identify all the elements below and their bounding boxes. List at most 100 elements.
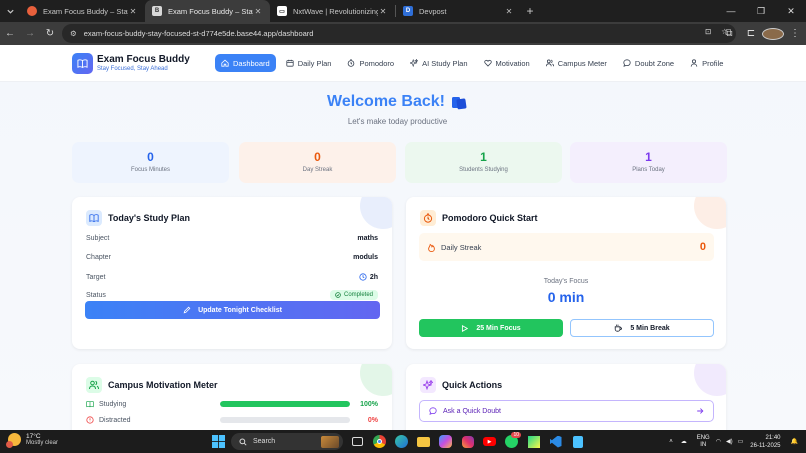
nav-label: Doubt Zone bbox=[634, 58, 675, 68]
browser-menu-icon[interactable]: ⋮ bbox=[784, 28, 806, 39]
nav-label: Pomodoro bbox=[359, 58, 395, 68]
minimize-icon[interactable]: — bbox=[716, 0, 746, 22]
close-window-icon[interactable]: ✕ bbox=[776, 0, 806, 22]
volume-icon[interactable]: ◀) bbox=[726, 438, 733, 445]
nav-campus-meter[interactable]: Campus Meter bbox=[540, 54, 613, 72]
nav-label: Profile bbox=[702, 58, 724, 68]
meter-label-wrap: Distracted bbox=[86, 416, 131, 424]
browser-tab-2[interactable]: B Exam Focus Buddy – Stay Focu ✕ bbox=[145, 0, 270, 22]
timer-icon bbox=[420, 210, 436, 226]
button-label: Update Tonight Checklist bbox=[198, 306, 282, 314]
copilot-icon[interactable] bbox=[436, 432, 455, 451]
language-indicator[interactable]: ENG IN bbox=[697, 435, 710, 449]
restore-icon[interactable]: ❐ bbox=[746, 0, 776, 22]
calendar-icon bbox=[286, 59, 294, 67]
tab-close-icon[interactable]: ✕ bbox=[128, 7, 138, 16]
heart-icon bbox=[483, 59, 492, 67]
address-bar[interactable]: ⚙ exam-focus-buddy-stay-focused-st-d774e… bbox=[62, 24, 736, 43]
arrow-right-icon bbox=[697, 408, 704, 414]
nav-motivation[interactable]: Motivation bbox=[478, 54, 536, 72]
focus-25-button[interactable]: 25 Min Focus bbox=[419, 319, 563, 337]
tab-favicon-icon: ▭ bbox=[277, 6, 287, 16]
file-explorer-icon[interactable] bbox=[414, 432, 433, 451]
battery-icon[interactable]: ▭ bbox=[738, 438, 744, 445]
card-decoration bbox=[360, 364, 392, 396]
nav-daily-plan[interactable]: Daily Plan bbox=[280, 54, 338, 72]
streak-value: 0 bbox=[699, 241, 706, 253]
tab-close-icon[interactable]: ✕ bbox=[378, 7, 388, 16]
notes-app-icon[interactable] bbox=[568, 432, 587, 451]
stat-value: 1 bbox=[645, 150, 652, 164]
windows-start-icon[interactable] bbox=[209, 432, 228, 451]
forward-button[interactable]: → bbox=[20, 22, 40, 45]
button-label: 25 Min Focus bbox=[476, 324, 521, 332]
card-title-text: Pomodoro Quick Start bbox=[442, 213, 538, 223]
install-app-icon[interactable]: ⊡ bbox=[705, 27, 711, 36]
chrome-icon[interactable] bbox=[370, 432, 389, 451]
campus-meter-card: Campus Motivation Meter Studying 100% Di… bbox=[72, 364, 392, 430]
meter-row-studying: Studying 100% bbox=[86, 400, 378, 408]
vscode-icon[interactable] bbox=[546, 432, 565, 451]
nav-profile[interactable]: Profile bbox=[684, 54, 729, 72]
weather-widget[interactable]: 17°C Mostly clear bbox=[6, 433, 58, 448]
play-icon bbox=[462, 324, 469, 332]
app-logo[interactable] bbox=[72, 53, 93, 74]
browser-tab-1[interactable]: Exam Focus Buddy – Stay Focu ✕ bbox=[20, 0, 145, 22]
extensions-icon[interactable]: ⧉ bbox=[718, 28, 740, 39]
nav-ai-study-plan[interactable]: AI Study Plan bbox=[404, 54, 473, 72]
site-info-icon[interactable]: ⚙ bbox=[70, 29, 77, 38]
row-value: moduls bbox=[353, 254, 378, 261]
notification-badge: 10 bbox=[511, 432, 521, 438]
new-tab-button[interactable]: + bbox=[521, 4, 539, 18]
home-icon bbox=[221, 59, 229, 67]
sparkles-icon bbox=[420, 377, 436, 393]
profile-avatar[interactable] bbox=[762, 27, 784, 40]
nav-pomodoro[interactable]: Pomodoro bbox=[341, 54, 400, 72]
user-icon bbox=[690, 59, 698, 67]
back-button[interactable]: ← bbox=[0, 22, 20, 45]
tab-close-icon[interactable]: ✕ bbox=[504, 7, 514, 16]
taskbar-search[interactable]: Search bbox=[231, 433, 343, 450]
reload-button[interactable]: ↻ bbox=[40, 22, 60, 45]
clock[interactable]: 21:40 26-11-2025 bbox=[750, 434, 780, 450]
chat-icon bbox=[623, 59, 631, 67]
update-checklist-button[interactable]: Update Tonight Checklist bbox=[85, 301, 380, 319]
instagram-icon[interactable] bbox=[458, 432, 477, 451]
tab-close-icon[interactable]: ✕ bbox=[253, 7, 263, 16]
browser-toolbar: ← → ↻ ⚙ exam-focus-buddy-stay-focused-st… bbox=[0, 22, 806, 45]
downloads-icon[interactable]: ⊏ bbox=[740, 28, 762, 39]
flame-icon bbox=[428, 243, 435, 252]
app-name: Exam Focus Buddy bbox=[97, 54, 190, 65]
ask-doubt-action[interactable]: Ask a Quick Doubt bbox=[419, 400, 714, 422]
clock-date: 26-11-2025 bbox=[750, 442, 781, 449]
stat-label: Day Streak bbox=[302, 167, 333, 173]
tray-chevron-icon[interactable]: ˄ bbox=[669, 439, 673, 445]
pycharm-icon[interactable] bbox=[524, 432, 543, 451]
browser-tab-4[interactable]: D Devpost ✕ bbox=[396, 0, 521, 22]
wifi-icon[interactable]: ◠ bbox=[716, 438, 721, 445]
nav-label: Daily Plan bbox=[297, 58, 332, 68]
card-title-text: Quick Actions bbox=[442, 380, 503, 390]
browser-tab-strip: Exam Focus Buddy – Stay Focu ✕ B Exam Fo… bbox=[0, 0, 806, 22]
nav-doubt-zone[interactable]: Doubt Zone bbox=[617, 54, 680, 72]
tab-search-button[interactable] bbox=[0, 0, 20, 22]
notification-bell-icon[interactable]: 🔔 bbox=[791, 438, 798, 445]
whatsapp-icon[interactable]: 10 bbox=[502, 432, 521, 451]
card-title: Today's Study Plan bbox=[86, 210, 190, 226]
cloud-icon[interactable]: ☁ bbox=[681, 438, 687, 445]
lang-primary: ENG bbox=[696, 434, 710, 441]
stat-label: Students Studying bbox=[459, 167, 508, 173]
nav-label: Motivation bbox=[495, 58, 530, 68]
task-view-icon[interactable] bbox=[348, 432, 367, 451]
tab-favicon-icon bbox=[27, 6, 37, 16]
break-5-button[interactable]: 5 Min Break bbox=[570, 319, 714, 337]
stat-plans-today: 1 Plans Today bbox=[570, 142, 727, 183]
action-label-wrap: Ask a Quick Doubt bbox=[429, 407, 501, 415]
stat-value: 0 bbox=[147, 150, 154, 164]
browser-tab-3[interactable]: ▭ NxtWave | Revolutionizing the ✕ bbox=[270, 0, 395, 22]
stat-focus-minutes: 0 Focus Minutes bbox=[72, 142, 229, 183]
nav-dashboard[interactable]: Dashboard bbox=[215, 54, 276, 72]
app-viewport: Exam Focus Buddy Stay Focused, Stay Ahea… bbox=[0, 45, 806, 430]
youtube-icon[interactable]: ▶ bbox=[480, 432, 499, 451]
edge-icon[interactable] bbox=[392, 432, 411, 451]
